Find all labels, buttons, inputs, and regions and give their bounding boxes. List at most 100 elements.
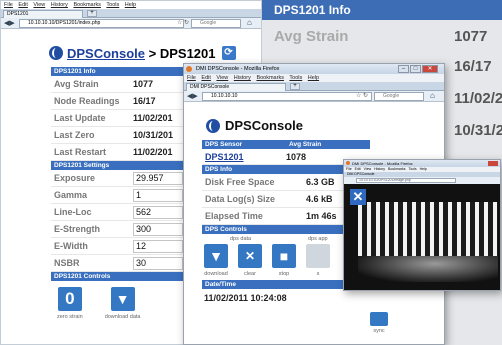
bg-value: 11/02/2: [454, 90, 502, 107]
menu-edit[interactable]: Edit: [201, 75, 210, 81]
settings-section-header: DPS1201 Settings: [51, 161, 188, 170]
firefox-icon: [186, 66, 192, 72]
title-bar: DMI DPSConsole - Mozilla Firefox – □ ✕: [184, 64, 444, 74]
clear-button[interactable]: ✕: [238, 244, 262, 268]
search-input[interactable]: Google: [191, 19, 241, 28]
menu-history[interactable]: History: [234, 75, 251, 81]
setting-input[interactable]: 29.957: [133, 172, 183, 185]
download-data-label: download data: [104, 314, 141, 320]
sensor-link[interactable]: DPS1201: [202, 149, 286, 164]
close-button[interactable]: [488, 161, 498, 166]
menu-file[interactable]: File: [4, 2, 13, 8]
bg-value: 1077: [454, 28, 488, 45]
menu-tools[interactable]: Tools: [106, 2, 119, 8]
page-header: DPSConsole: [206, 118, 303, 133]
download-data-button[interactable]: ▼: [110, 287, 135, 311]
controls-row: 0 zero strain ▼ download data: [51, 281, 188, 320]
image-glow: [358, 202, 498, 260]
download-button[interactable]: ▼: [204, 244, 228, 268]
address-bar[interactable]: 10.10.10.10/DPS1201/index.php: [19, 19, 184, 28]
tab-bar: DMI DPSConsole +: [184, 82, 444, 91]
menu-view[interactable]: View: [216, 75, 228, 81]
bg-row: Avg Strain 1077: [274, 28, 499, 45]
logo-icon: [49, 46, 63, 60]
settings-row: E-Width 12: [51, 238, 188, 255]
new-tab-button[interactable]: +: [290, 83, 300, 90]
browser-window-3: DMI DPSConsole - Mozilla Firefox File Ed…: [343, 159, 501, 291]
maximize-button[interactable]: □: [410, 65, 421, 73]
new-tab-button[interactable]: +: [87, 10, 97, 17]
sync-control[interactable]: sync: [370, 312, 388, 334]
menu-bookmarks[interactable]: Bookmarks: [73, 2, 101, 8]
brand-title: DPSConsole: [225, 118, 304, 133]
start-control[interactable]: s: [306, 244, 330, 277]
datetime-value: 11/02/2011 10:24:08: [204, 293, 287, 303]
back-forward-buttons[interactable]: ◀▶: [187, 92, 198, 100]
refresh-icon[interactable]: ⟳: [221, 46, 236, 60]
browser-tab[interactable]: DMI DPSConsole: [186, 83, 286, 91]
menu-help[interactable]: Help: [308, 75, 319, 81]
menu-history[interactable]: History: [51, 2, 68, 8]
settings-row: Line-Loc 562: [51, 204, 188, 221]
home-icon[interactable]: ⌂: [430, 91, 435, 100]
controls-section-header: DPS1201 Controls: [51, 272, 188, 281]
menu-help[interactable]: Help: [125, 2, 136, 8]
window-title: DMI DPSConsole - Mozilla Firefox: [196, 66, 280, 72]
bg-value: 16/17: [454, 58, 492, 75]
back-forward-buttons[interactable]: ◀▶: [4, 19, 15, 27]
reload-icon[interactable]: ☆ ↻: [177, 19, 189, 26]
logo-icon: [206, 118, 220, 133]
info-section-header: DPS1201 Info: [51, 67, 188, 76]
stop-control[interactable]: ■ stop: [272, 244, 296, 277]
settings-row: Gamma 1: [51, 187, 188, 204]
info-section: DPS1201 Info Avg Strain 1077 Node Reading…: [51, 67, 188, 320]
bg-value: 10/31/2: [454, 122, 502, 139]
setting-input[interactable]: 12: [133, 240, 183, 253]
menu-bar: File Edit View History Bookmarks Tools H…: [1, 1, 261, 9]
page-header: DPSConsole > DPS1201 ⟳: [49, 43, 236, 63]
stop-button[interactable]: ■: [272, 244, 296, 268]
address-bar[interactable]: 10.10.10.10/DPS1201/image.php: [356, 178, 456, 183]
nav-bar: 10.10.10.10/DPS1201/image.php: [344, 177, 500, 184]
info-row: Node Readings 16/17: [51, 93, 188, 110]
address-bar[interactable]: 10.10.10.10: [202, 92, 372, 101]
search-input[interactable]: Google: [374, 92, 424, 101]
brand-link[interactable]: DPSConsole: [67, 46, 145, 61]
firefox-icon: [346, 161, 350, 165]
setting-input[interactable]: 562: [133, 206, 183, 219]
tab-bar: DPS1201 +: [1, 9, 261, 18]
settings-row: Exposure 29.957: [51, 170, 188, 187]
menu-edit[interactable]: Edit: [18, 2, 27, 8]
clear-control[interactable]: ✕ clear: [238, 244, 262, 277]
menu-bookmarks[interactable]: Bookmarks: [256, 75, 284, 81]
breadcrumb-current: DPS1201: [159, 45, 216, 61]
menu-view[interactable]: View: [33, 2, 45, 8]
home-icon[interactable]: ⌂: [247, 18, 252, 27]
window-title: DMI DPSConsole - Mozilla Firefox: [352, 161, 413, 166]
browser-tab[interactable]: DPS1201: [3, 10, 83, 18]
nav-bar: ◀▶ 10.10.10.10 ☆ ↻ Google ⌂: [184, 91, 444, 102]
start-button[interactable]: [306, 244, 330, 268]
setting-input[interactable]: 1: [133, 189, 183, 202]
info-row: Last Update 11/02/201: [51, 110, 188, 127]
zero-strain-button[interactable]: 0: [57, 287, 82, 311]
bg-section-header: DPS1201 Info: [262, 0, 502, 20]
minimize-button[interactable]: –: [398, 65, 409, 73]
zero-strain-control[interactable]: 0 zero strain: [57, 287, 83, 320]
menu-file[interactable]: File: [187, 75, 196, 81]
camera-image: ✕: [344, 184, 500, 290]
bg-label: Avg Strain: [274, 28, 349, 45]
download-control[interactable]: ▼ download: [204, 244, 228, 277]
setting-input[interactable]: 300: [133, 223, 183, 236]
info-row: Last Restart 11/02/201: [51, 144, 188, 161]
breadcrumb-separator: >: [145, 45, 160, 61]
menu-tools[interactable]: Tools: [289, 75, 302, 81]
close-image-icon[interactable]: ✕: [350, 189, 366, 205]
sensor-table-header: DPS Sensor Avg Strain: [202, 140, 370, 149]
sync-button[interactable]: [370, 312, 388, 326]
download-data-control[interactable]: ▼ download data: [104, 287, 141, 320]
reload-icon[interactable]: ☆ ↻: [356, 92, 368, 99]
setting-input[interactable]: 30: [133, 257, 183, 270]
info-row: Last Zero 10/31/201: [51, 127, 188, 144]
close-button[interactable]: ✕: [422, 65, 438, 73]
